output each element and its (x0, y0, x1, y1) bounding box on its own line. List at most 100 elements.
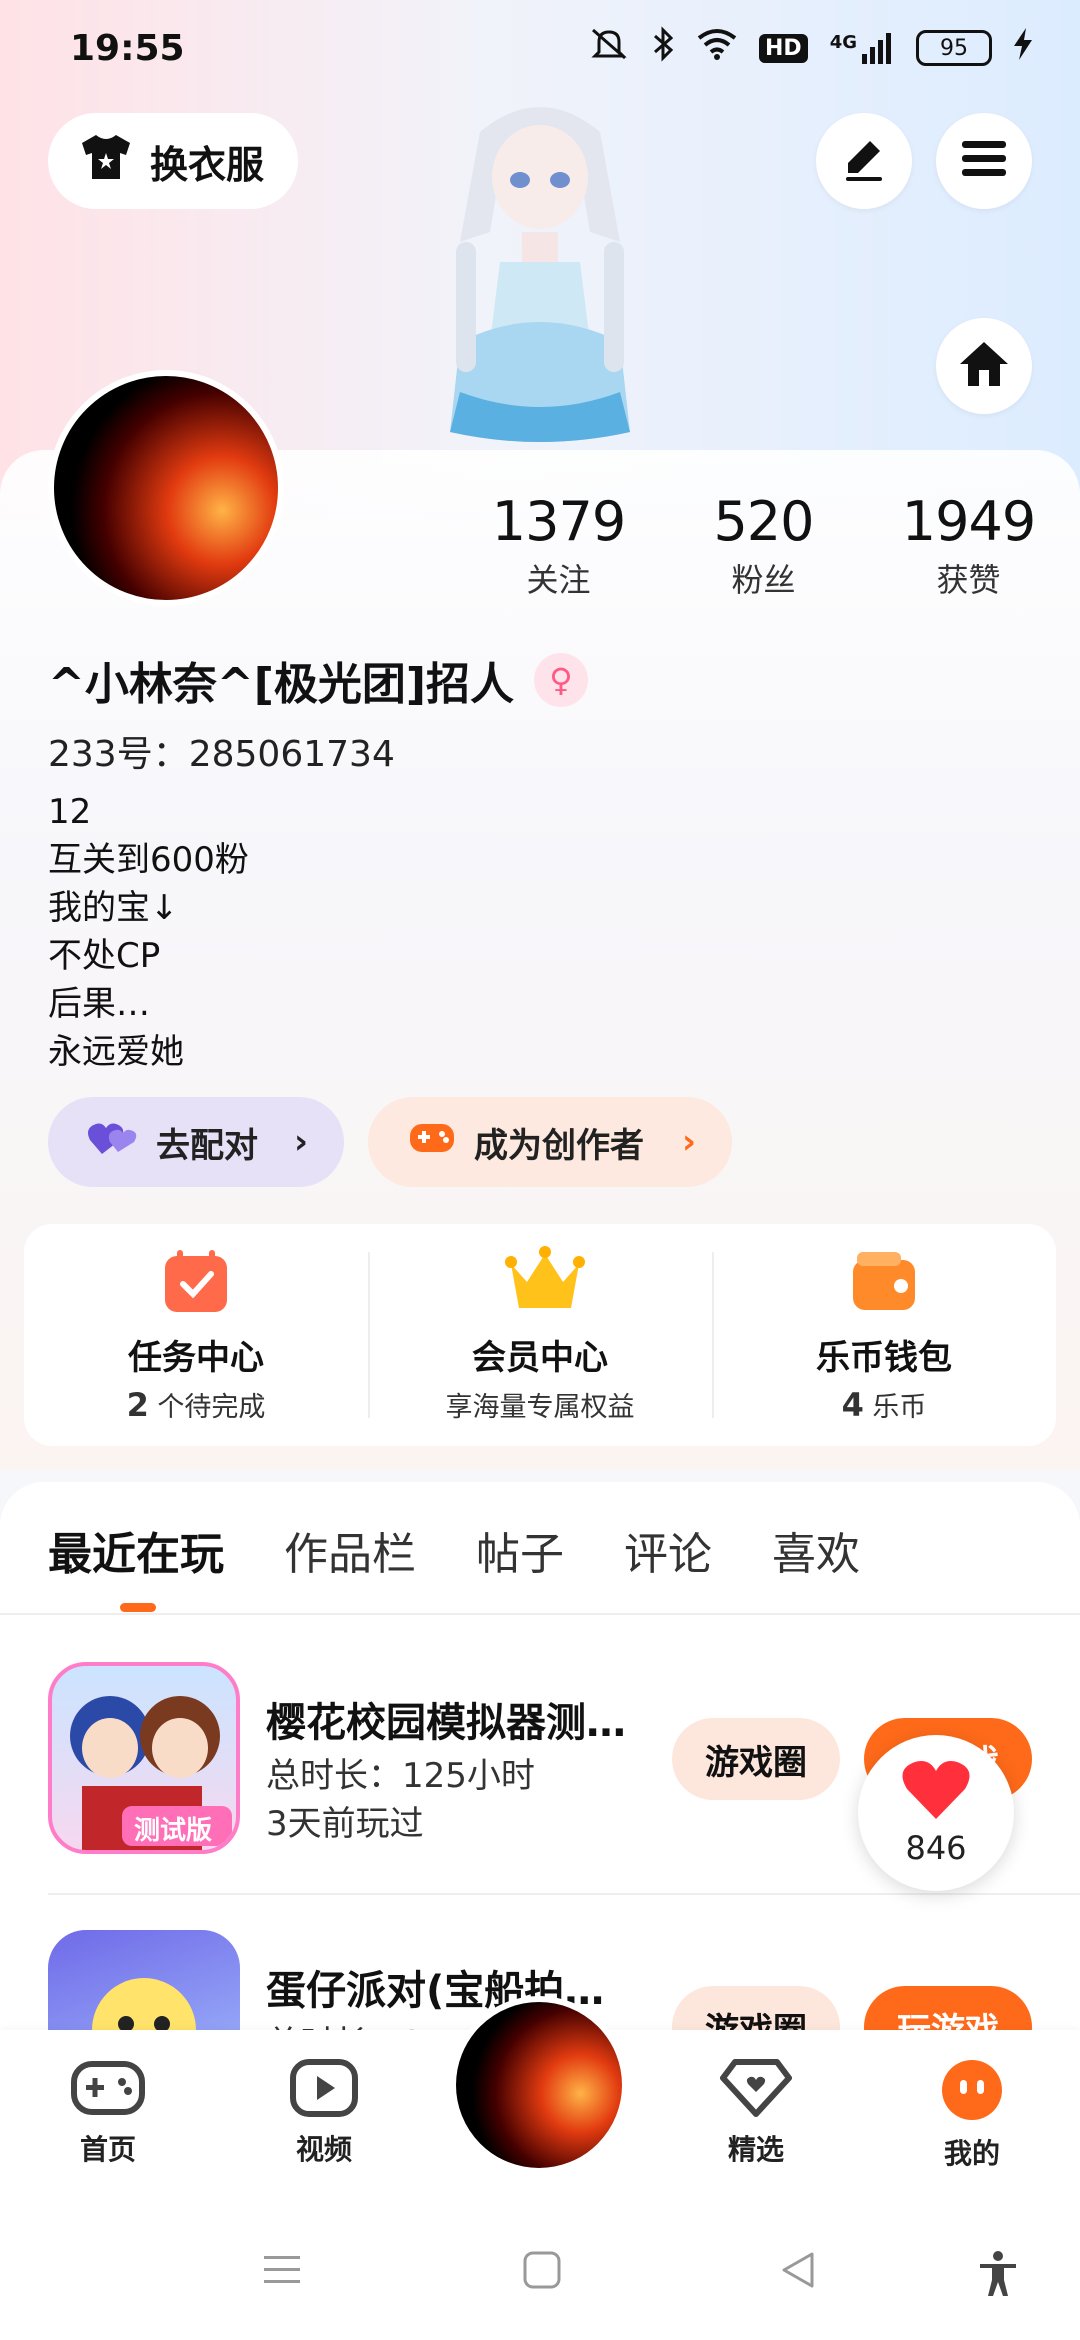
battery-icon: 95 (916, 30, 992, 66)
likes-label: 获赞 (936, 561, 1001, 599)
followers-label: 粉丝 (731, 561, 796, 599)
gamepad-icon (408, 1120, 456, 1165)
following-count: 1379 (491, 490, 626, 553)
center-avatar-button[interactable] (450, 1996, 628, 2174)
wallet-tile[interactable]: 乐币钱包 4 乐币 (712, 1224, 1056, 1446)
pencil-icon (840, 135, 888, 187)
game-icon: 测试版 (48, 1662, 240, 1854)
followers-count: 520 (713, 490, 814, 553)
tab-recently-played[interactable]: 最近在玩 (48, 1518, 224, 1582)
game-circle-button[interactable]: 游戏圈 (672, 1986, 840, 2030)
recent-apps-icon[interactable] (262, 2250, 302, 2294)
likes-stat[interactable]: 1949 获赞 (866, 490, 1071, 601)
profile-stats: 1379 关注 520 粉丝 1949 获赞 (456, 490, 1071, 601)
likes-count: 1949 (901, 490, 1036, 553)
bio-line: 互关到600粉 (48, 840, 249, 880)
feature-tiles: 任务中心 2 个待完成 会员中心 享海量专属权益 乐币钱包 4 乐币 (24, 1224, 1056, 1446)
charging-icon (1014, 28, 1032, 68)
gamepad-icon (70, 2058, 146, 2122)
game-icon (48, 1930, 240, 2030)
avatar-character[interactable] (420, 92, 660, 452)
play-game-button[interactable]: 玩游戏 (864, 1986, 1032, 2030)
female-icon: ♀ (533, 653, 588, 707)
active-tab-indicator (120, 1603, 156, 1612)
nav-me-label: 我的 (943, 2137, 1000, 2170)
hamburger-icon (960, 139, 1008, 183)
status-icons: HD 4G 95 (589, 26, 1032, 70)
play-icon (289, 2058, 359, 2122)
tab-works[interactable]: 作品栏 (284, 1518, 416, 1582)
match-button[interactable]: 去配对 › (48, 1097, 344, 1187)
game-title: 蛋仔派对(宝船拍… (266, 1968, 605, 2014)
task-center-tile[interactable]: 任务中心 2 个待完成 (24, 1224, 368, 1446)
game-playtime: 总时长：26 (266, 2016, 445, 2030)
nav-me[interactable]: 我的 (902, 2058, 1042, 2172)
nav-featured[interactable]: 精选 (686, 2058, 826, 2168)
divider (48, 1893, 1080, 1895)
avatar[interactable] (48, 370, 284, 606)
clock: 19:55 (70, 28, 185, 69)
change-outfit-button[interactable]: 换衣服 (48, 113, 299, 209)
vip-center-title: 会员中心 (472, 1338, 608, 1378)
shirt-icon (78, 133, 134, 190)
hearts-icon (88, 1118, 138, 1167)
tab-posts[interactable]: 帖子 (476, 1518, 564, 1582)
vip-center-sub: 享海量专属权益 (445, 1392, 635, 1423)
beta-badge: 测试版 (134, 1816, 213, 1846)
crown-icon (505, 1246, 585, 1316)
username-text: ^小林奈^[极光团]招人 (48, 659, 514, 710)
home-nav-icon[interactable] (522, 2250, 562, 2294)
edit-button[interactable] (816, 113, 912, 209)
bio-line: 12 (48, 792, 92, 832)
chevron-right-icon: › (293, 1122, 308, 1162)
following-stat[interactable]: 1379 关注 (456, 490, 661, 601)
tab-comments[interactable]: 评论 (624, 1518, 712, 1582)
wallet-sub: 4 乐币 (841, 1386, 927, 1424)
task-center-sub: 2 个待完成 (126, 1386, 266, 1424)
user-id: 233号：285061734 (48, 734, 395, 775)
mute-icon (589, 26, 629, 70)
bio-line: 不处CP (48, 936, 161, 976)
wallet-icon (849, 1246, 919, 1316)
bluetooth-icon (651, 26, 675, 70)
menu-button[interactable] (936, 113, 1032, 209)
nav-featured-label: 精选 (727, 2133, 784, 2166)
like-float-button[interactable]: 846 (858, 1735, 1014, 1891)
divider (0, 1613, 1080, 1615)
bio-line: 永远爱她 (48, 1032, 184, 1072)
nav-video[interactable]: 视频 (254, 2058, 394, 2168)
chevron-right-icon: › (681, 1122, 696, 1162)
wallet-title: 乐币钱包 (816, 1338, 952, 1378)
hd-icon: HD (759, 33, 808, 63)
system-navigation (0, 2210, 1080, 2340)
accessibility-icon[interactable] (976, 2250, 1020, 2302)
home-icon (958, 340, 1010, 392)
like-count: 846 (905, 1829, 967, 1867)
nav-home-label: 首页 (79, 2133, 136, 2166)
bio: 12 互关到600粉 我的宝↓ 不处CP 后果… 永远爱她 (48, 788, 249, 1076)
vip-center-tile[interactable]: 会员中心 享海量专属权益 (368, 1224, 712, 1446)
become-creator-label: 成为创作者 (474, 1125, 644, 1166)
signal-icon: 4G (830, 32, 894, 64)
followers-stat[interactable]: 520 粉丝 (661, 490, 866, 601)
nav-video-label: 视频 (295, 2133, 352, 2166)
home-button[interactable] (936, 318, 1032, 414)
task-center-title: 任务中心 (128, 1338, 264, 1378)
back-icon[interactable] (778, 2250, 818, 2294)
calendar-check-icon (161, 1246, 231, 1316)
bio-line: 后果… (48, 984, 150, 1024)
following-label: 关注 (526, 561, 591, 599)
match-label: 去配对 (156, 1125, 258, 1166)
change-outfit-label: 换衣服 (150, 142, 265, 187)
username: ^小林奈^[极光团]招人 ♀ (48, 648, 588, 712)
game-last-played: 3天前玩过 (266, 1804, 424, 1844)
nav-home[interactable]: 首页 (38, 2058, 178, 2168)
game-circle-button[interactable]: 游戏圈 (672, 1718, 840, 1800)
tab-likes[interactable]: 喜欢 (772, 1518, 860, 1582)
status-bar: 19:55 HD 4G 95 (0, 0, 1080, 95)
become-creator-button[interactable]: 成为创作者 › (368, 1097, 732, 1187)
face-icon (940, 2058, 1004, 2126)
game-title: 樱花校园模拟器测… (266, 1700, 626, 1746)
bio-line: 我的宝↓ (48, 888, 179, 928)
profile-tabs: 最近在玩 作品栏 帖子 评论 喜欢 (48, 1518, 860, 1582)
